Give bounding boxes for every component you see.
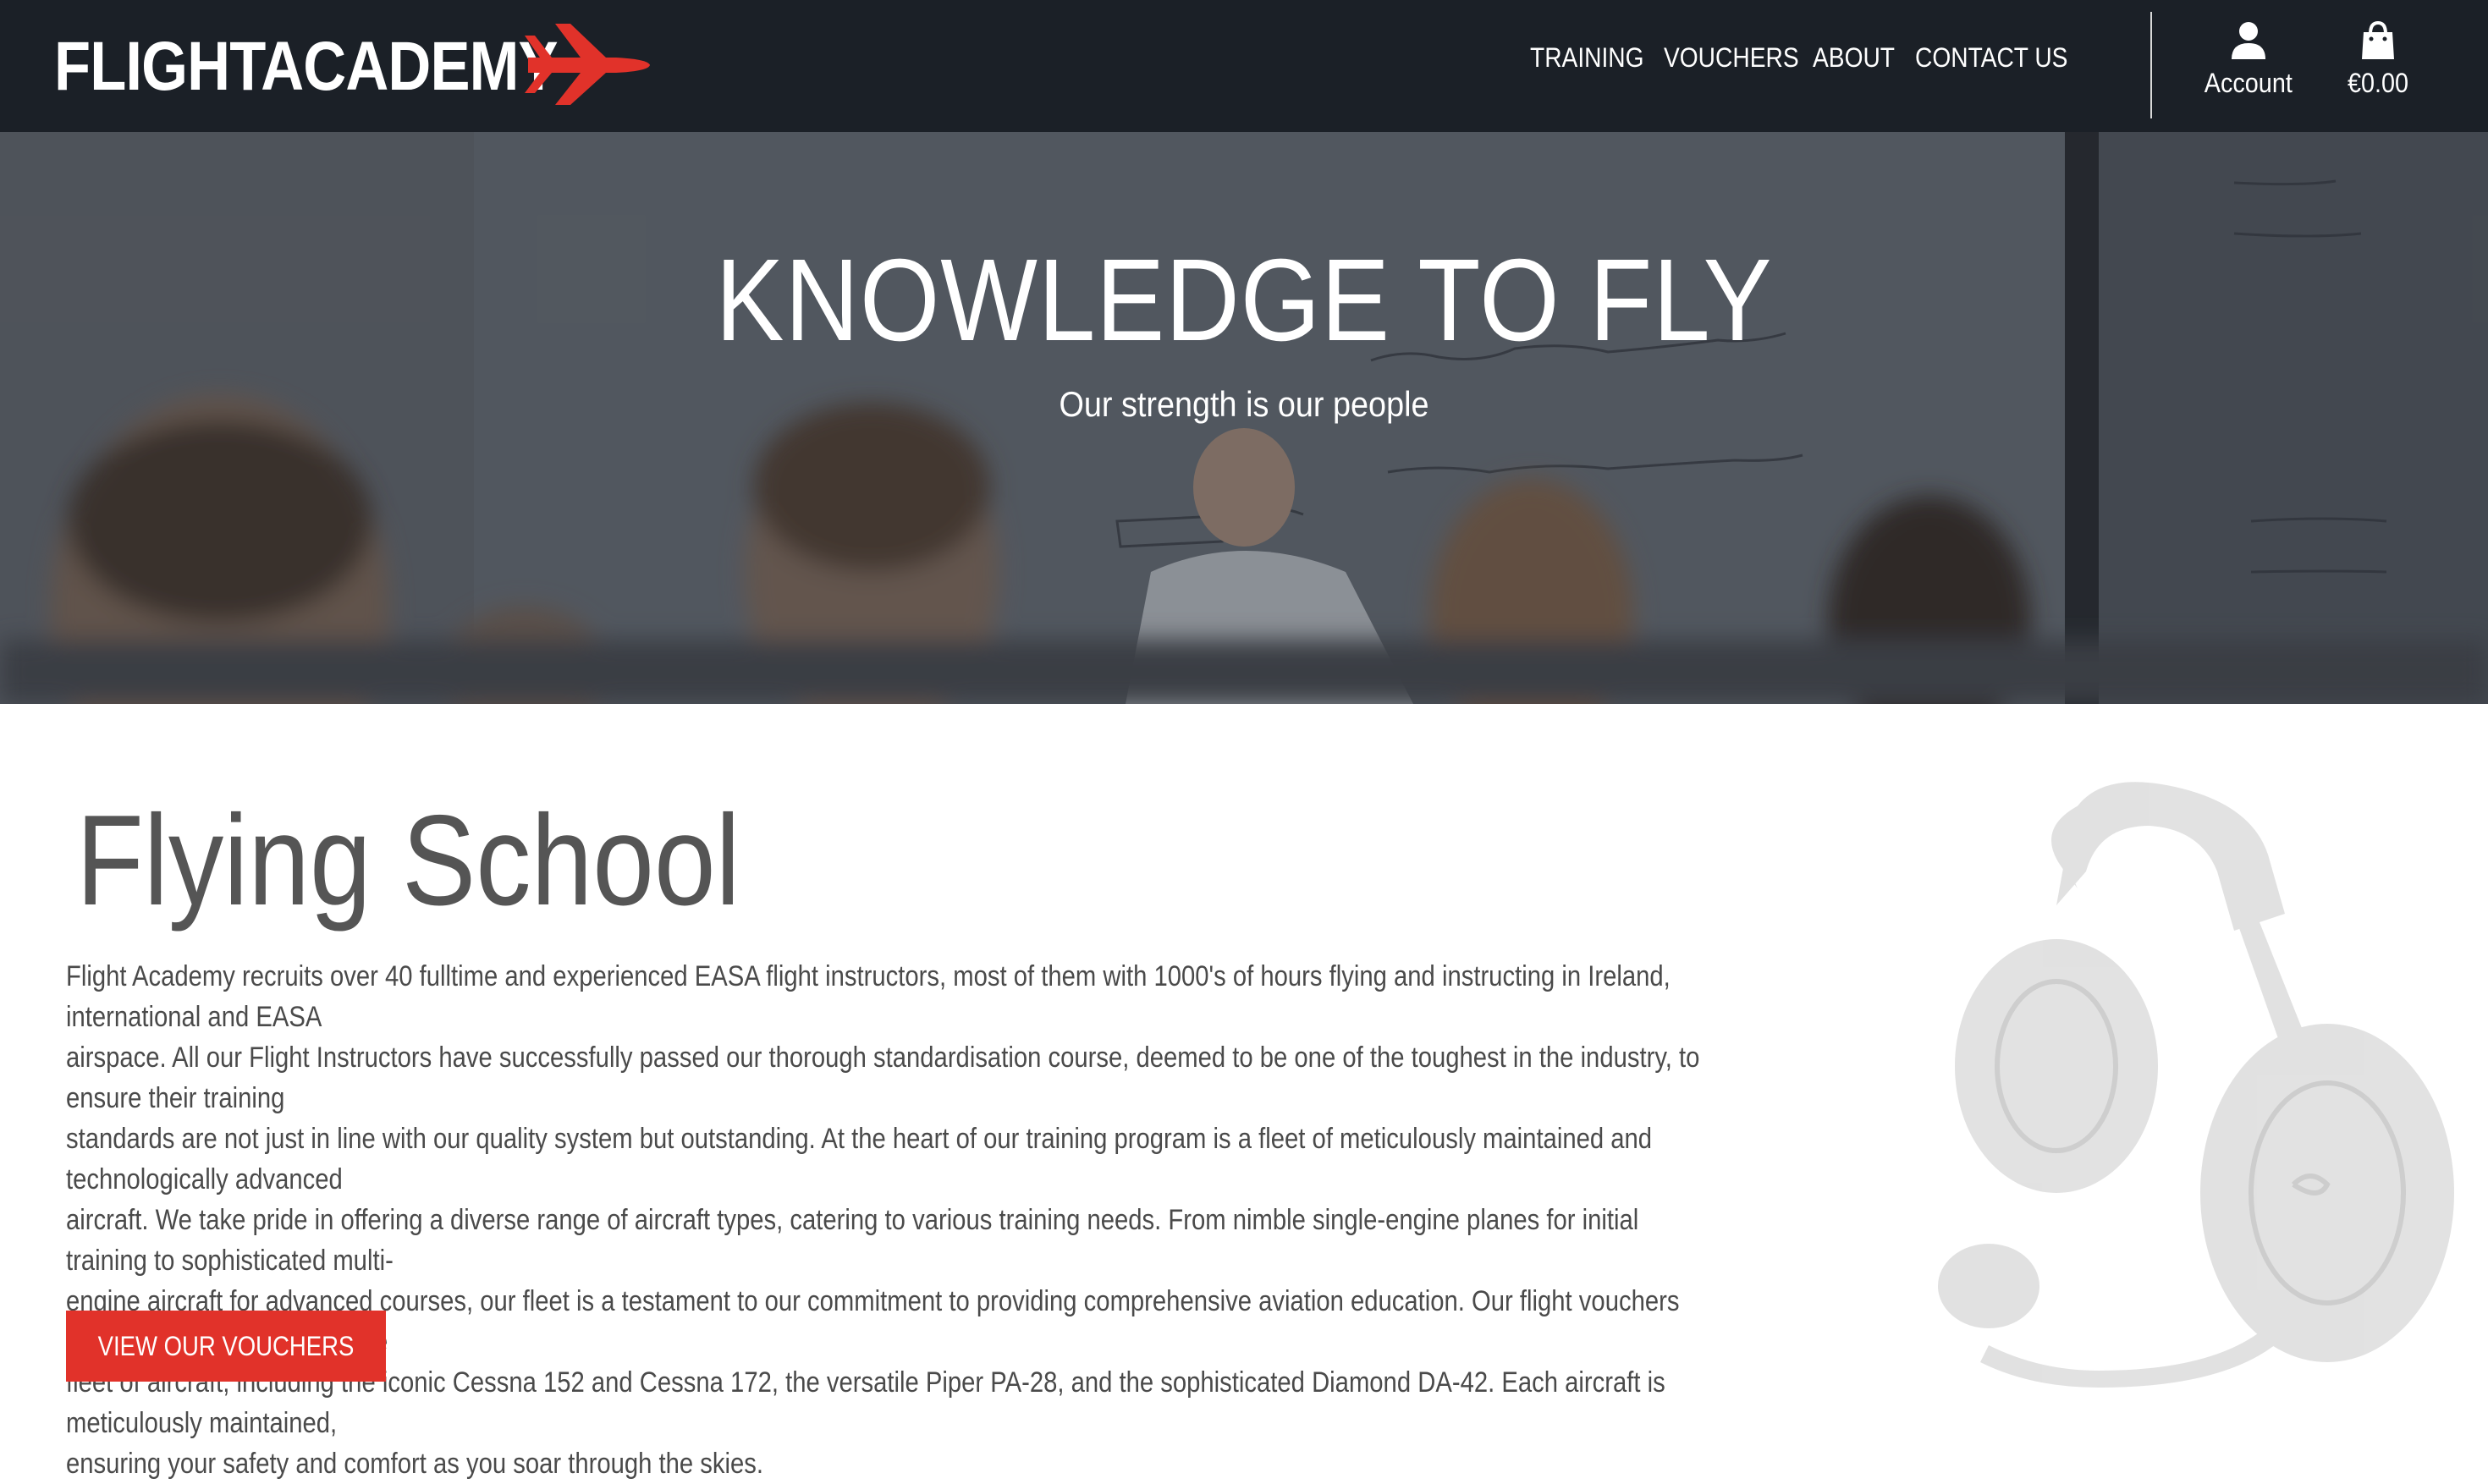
nav-divider bbox=[2150, 12, 2152, 118]
site-header: FLIGHTACADEMY TRAINING VOUCHERS ABOUT CO… bbox=[0, 0, 2488, 132]
site-logo[interactable]: FLIGHTACADEMY bbox=[54, 20, 650, 113]
section-body: Flight Academy recruits over 40 fulltime… bbox=[66, 956, 1995, 1484]
hero-title: KNOWLEDGE TO FLY bbox=[715, 235, 1773, 366]
account-label: Account bbox=[2204, 68, 2293, 98]
logo-text: FLIGHTACADEMY bbox=[54, 28, 559, 105]
body-line: airspace. All our Flight Instructors hav… bbox=[66, 1042, 1700, 1114]
plane-icon bbox=[525, 24, 650, 105]
cart-total: €0.00 bbox=[2347, 68, 2409, 98]
headset-image bbox=[1938, 782, 2454, 1388]
view-vouchers-label: VIEW OUR VOUCHERS bbox=[97, 1330, 355, 1361]
nav-vouchers[interactable]: VOUCHERS bbox=[1664, 42, 1799, 74]
nav-training[interactable]: TRAINING bbox=[1530, 42, 1644, 74]
nav-about[interactable]: ABOUT bbox=[1813, 42, 1895, 74]
body-line: standards are not just in line with our … bbox=[66, 1123, 1653, 1195]
cart-button[interactable]: €0.00 bbox=[2306, 20, 2450, 113]
section-heading: Flying School bbox=[76, 789, 740, 932]
shopping-bag-icon bbox=[2362, 20, 2394, 59]
view-vouchers-button[interactable]: VIEW OUR VOUCHERS bbox=[66, 1311, 386, 1382]
body-line: Flight Academy recruits over 40 fulltime… bbox=[66, 960, 1671, 1033]
hero-subtitle: Our strength is our people bbox=[1059, 384, 1429, 424]
body-line: ensuring your safety and comfort as you … bbox=[66, 1448, 764, 1480]
account-button[interactable]: Account bbox=[2177, 20, 2320, 113]
hero-banner: KNOWLEDGE TO FLY Our strength is our peo… bbox=[0, 132, 2488, 704]
body-line: aircraft. We take pride in offering a di… bbox=[66, 1204, 1639, 1277]
user-icon bbox=[2232, 22, 2265, 59]
nav-contact-us[interactable]: CONTACT US bbox=[1915, 42, 2067, 74]
